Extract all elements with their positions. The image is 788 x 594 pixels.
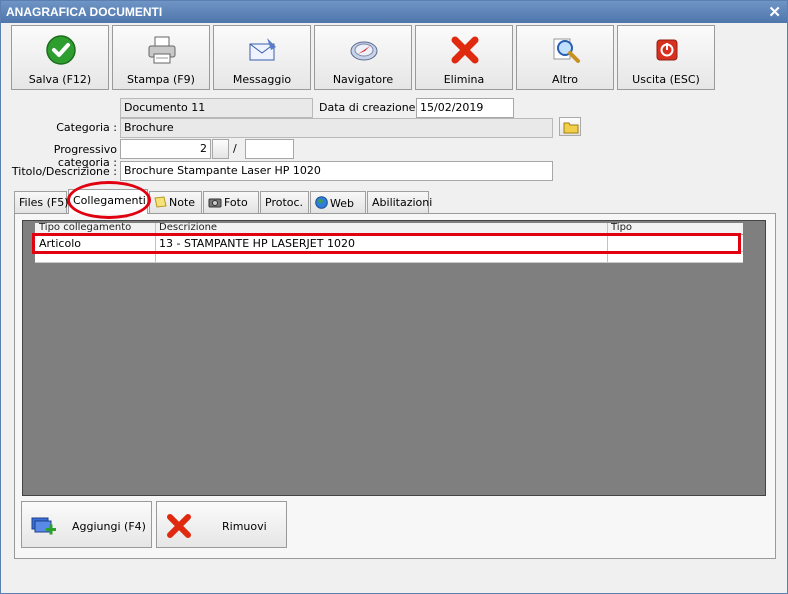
progressive-separator: /: [233, 142, 237, 155]
delete-button[interactable]: Elimina: [415, 25, 513, 90]
print-button-label: Stampa (F9): [127, 73, 195, 86]
main-window: ANAGRAFICA DOCUMENTI ✕ Salva (F12) Stamp…: [0, 0, 788, 594]
links-grid-area: Tipo collegamento Descrizione Tipo Artic…: [22, 220, 766, 496]
row-highlight-annotation: [32, 233, 741, 254]
add-link-icon: [31, 517, 56, 535]
navigator-button[interactable]: Navigatore: [314, 25, 412, 90]
column-header-descrizione[interactable]: Descrizione: [159, 222, 217, 233]
delete-x-icon: [451, 36, 479, 64]
grid-scrollbar[interactable]: [741, 221, 765, 495]
power-icon: [656, 39, 678, 61]
progressive-suffix-field[interactable]: [245, 139, 294, 159]
message-button[interactable]: Messaggio: [213, 25, 311, 90]
tab-abilitazioni[interactable]: Abilitazioni: [367, 191, 433, 213]
title-field[interactable]: Brochure Stampante Laser HP 1020: [120, 161, 553, 181]
title-label: Titolo/Descrizione :: [11, 165, 117, 178]
globe-icon: [315, 196, 328, 209]
exit-button-label: Uscita (ESC): [632, 73, 700, 86]
creation-date-label: Data di creazione :: [319, 101, 423, 114]
other-button-label: Altro: [552, 73, 578, 86]
tab-web-label: Web: [330, 197, 354, 210]
tab-highlight-annotation: [67, 181, 151, 219]
tab-protoc-label: Protoc.: [265, 196, 304, 209]
folder-icon: [563, 122, 579, 134]
document-field: Documento 11: [120, 98, 313, 118]
progressive-spin-button[interactable]: [212, 139, 229, 159]
category-label: Categoria :: [56, 121, 117, 134]
tab-files[interactable]: Files (F5): [14, 191, 69, 213]
category-folder-button[interactable]: [559, 117, 581, 136]
print-button[interactable]: Stampa (F9): [112, 25, 210, 90]
navigator-button-label: Navigatore: [332, 73, 394, 86]
checkmark-icon: [46, 35, 76, 65]
title-bar: ANAGRAFICA DOCUMENTI ✕: [1, 1, 787, 23]
add-button[interactable]: Aggiungi (F4): [21, 501, 152, 548]
category-field: Brochure: [120, 118, 553, 138]
remove-button-label: Rimuovi: [222, 520, 267, 533]
tab-protoc[interactable]: Protoc.: [260, 191, 309, 213]
tab-note[interactable]: Note: [149, 191, 202, 213]
camera-icon: [208, 198, 222, 208]
progressive-field[interactable]: 2: [120, 139, 211, 159]
printer-icon: [148, 36, 176, 64]
window-title: ANAGRAFICA DOCUMENTI: [6, 5, 163, 19]
envelope-icon: [249, 38, 276, 61]
remove-button[interactable]: Rimuovi: [156, 501, 287, 548]
tab-foto-label: Foto: [224, 196, 248, 209]
tab-note-label: Note: [169, 196, 196, 209]
delete-button-label: Elimina: [443, 73, 485, 86]
tab-foto[interactable]: Foto: [203, 191, 259, 213]
save-button[interactable]: Salva (F12): [11, 25, 109, 90]
exit-button[interactable]: Uscita (ESC): [617, 25, 715, 90]
tab-web[interactable]: Web: [310, 191, 366, 213]
add-button-label: Aggiungi (F4): [72, 520, 146, 533]
message-button-label: Messaggio: [232, 73, 292, 86]
note-icon: [154, 196, 167, 208]
creation-date-field[interactable]: 15/02/2019: [416, 98, 514, 118]
column-header-tipo-collegamento[interactable]: Tipo collegamento: [39, 222, 131, 233]
magnifier-icon: [553, 38, 580, 63]
tab-files-label: Files (F5): [19, 196, 69, 209]
other-button[interactable]: Altro: [516, 25, 614, 90]
compass-icon: [350, 41, 378, 61]
column-header-tipo[interactable]: Tipo: [611, 222, 632, 233]
save-button-label: Salva (F12): [28, 73, 92, 86]
tab-abilitazioni-label: Abilitazioni: [372, 196, 433, 209]
close-icon[interactable]: ✕: [768, 3, 781, 21]
delete-x-icon: [167, 514, 191, 538]
